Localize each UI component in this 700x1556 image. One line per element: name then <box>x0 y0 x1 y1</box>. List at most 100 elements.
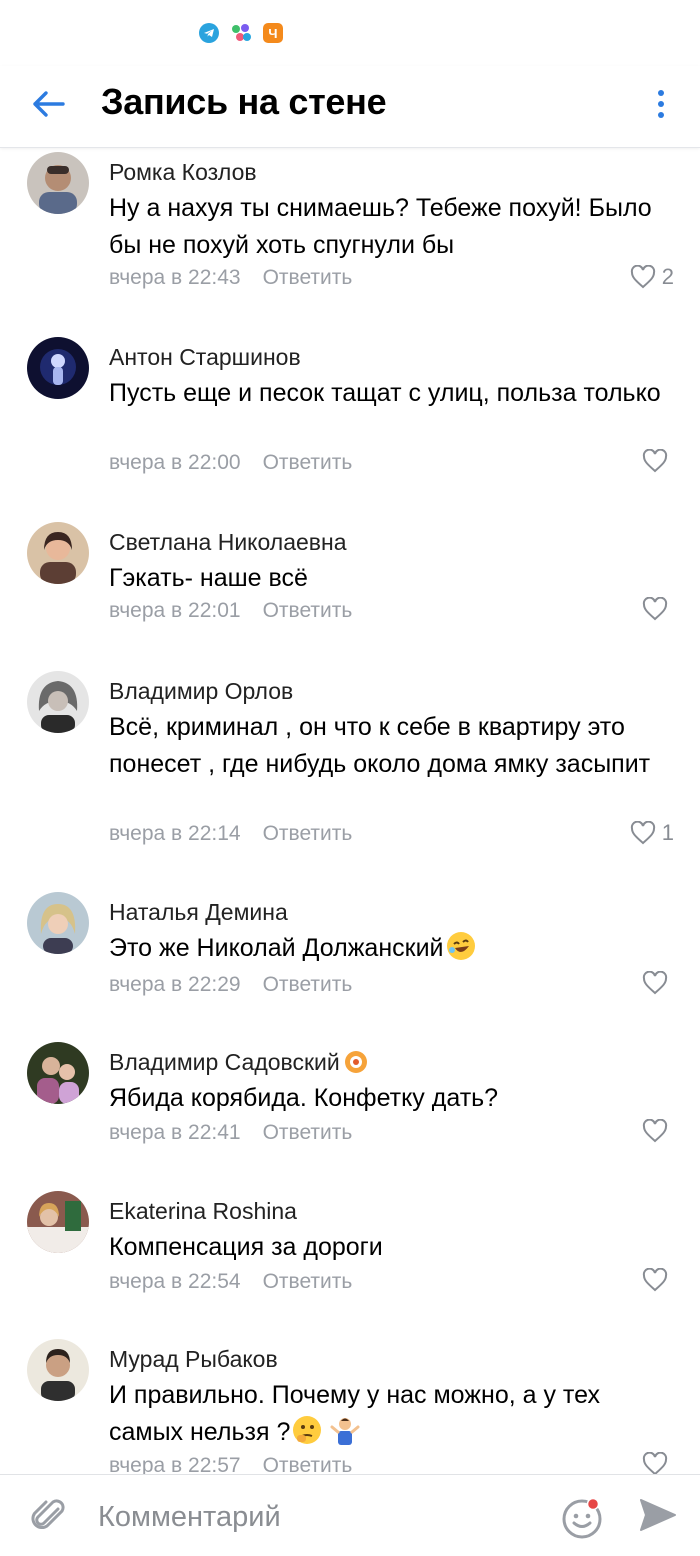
like-button[interactable] <box>642 597 674 621</box>
comment-input[interactable] <box>98 1495 538 1539</box>
comment-meta: вчера в 22:01 Ответить <box>109 597 352 625</box>
like-button[interactable] <box>642 1452 674 1474</box>
reply-button[interactable]: Ответить <box>263 971 353 999</box>
heart-icon <box>642 1119 668 1143</box>
comment-text: И правильно. Почему у нас можно, а у тех… <box>109 1377 669 1451</box>
comment-meta: вчера в 22:54 Ответить <box>109 1268 352 1296</box>
status-bar: Ч <box>0 0 700 66</box>
comment-time: вчера в 22:43 <box>109 266 241 289</box>
heart-icon <box>642 1452 668 1474</box>
comment-text: Ну а нахуя ты снимаешь? Тебеже похуй! Бы… <box>109 194 652 259</box>
reply-button[interactable]: Ответить <box>263 1452 353 1474</box>
comment-item: Наталья Демина Это же Николай Должанский… <box>0 892 700 1022</box>
shrug-emoji-icon <box>330 1418 360 1445</box>
comment-item: Владимир Орлов Всё, криминал , он что к … <box>0 671 700 871</box>
comment-author[interactable]: Ромка Козлов <box>109 158 257 186</box>
comment-time: вчера в 22:57 <box>109 1454 241 1474</box>
like-button[interactable]: 1 <box>630 820 674 846</box>
comment-input-bar <box>0 1474 700 1556</box>
heart-icon <box>642 449 668 473</box>
like-count: 2 <box>661 264 674 289</box>
comment-author[interactable]: Владимир Садовский <box>109 1048 369 1076</box>
heart-icon <box>630 821 655 845</box>
heart-icon <box>642 1268 668 1292</box>
avatar[interactable] <box>27 152 89 214</box>
comment-time: вчера в 22:41 <box>109 1121 241 1144</box>
like-button[interactable] <box>642 1268 674 1292</box>
comment-text: Ябида корябида. Конфетку дать? <box>109 1084 499 1112</box>
more-options-button[interactable] <box>648 84 674 124</box>
paperclip-icon <box>31 1499 65 1530</box>
back-arrow-icon <box>33 91 65 117</box>
reply-button[interactable]: Ответить <box>263 597 353 625</box>
avatar[interactable] <box>27 1191 89 1253</box>
comment-time: вчера в 22:00 <box>109 451 241 474</box>
badge-icon <box>344 1051 367 1073</box>
reply-button[interactable]: Ответить <box>263 820 353 848</box>
comment-time: вчера в 22:54 <box>109 1270 241 1293</box>
telegram-icon <box>199 23 219 43</box>
comment-text-content: Это же Николай Должанский <box>109 934 444 962</box>
like-button[interactable] <box>642 1119 674 1143</box>
avatar[interactable] <box>27 671 89 733</box>
back-button[interactable] <box>26 82 70 126</box>
comment-author[interactable]: Наталья Демина <box>109 898 288 926</box>
comment-meta: вчера в 22:14 Ответить <box>109 820 352 848</box>
comment-meta: вчера в 22:29 Ответить <box>109 971 352 999</box>
comment-text: Пусть еще и песок тащат с улиц, польза т… <box>109 379 661 407</box>
comment-time: вчера в 22:29 <box>109 973 241 996</box>
comment-meta: вчера в 22:43 Ответить <box>109 264 352 292</box>
like-button[interactable]: 2 <box>630 264 674 290</box>
avatar[interactable] <box>27 337 89 399</box>
emoji-icon <box>562 1497 602 1539</box>
comment-time: вчера в 22:14 <box>109 822 241 845</box>
reply-button[interactable]: Ответить <box>263 1119 353 1147</box>
send-button[interactable] <box>638 1495 678 1535</box>
comment-item: Мурад Рыбаков И правильно. Почему у нас … <box>0 1339 700 1474</box>
attach-button[interactable] <box>28 1495 70 1537</box>
like-button[interactable] <box>642 449 674 473</box>
comment-author[interactable]: Мурад Рыбаков <box>109 1345 278 1373</box>
avatar[interactable] <box>27 1042 89 1104</box>
comment-text: Всё, криминал , он что к себе в квартиру… <box>109 713 651 778</box>
comment-time: вчера в 22:01 <box>109 599 241 622</box>
more-vertical-icon <box>658 90 664 96</box>
comment-text: Это же Николай Должанский <box>109 930 669 967</box>
comment-item: Ромка Козлов Ну а нахуя ты снимаешь? Теб… <box>0 152 700 332</box>
reply-button[interactable]: Ответить <box>263 264 353 292</box>
avatar[interactable] <box>27 892 89 954</box>
comment-item: Светлана Николаевна Гэкать- наше всё вче… <box>0 522 700 652</box>
like-button[interactable] <box>642 971 674 995</box>
comment-text: Гэкать- наше всё <box>109 564 308 592</box>
thinking-emoji-icon <box>293 1416 322 1444</box>
comment-meta: вчера в 22:00 Ответить <box>109 449 352 477</box>
heart-icon <box>642 971 668 995</box>
page-title: Запись на стене <box>101 81 387 122</box>
comment-meta: вчера в 22:57 Ответить <box>109 1452 352 1474</box>
avatar[interactable] <box>27 1339 89 1401</box>
heart-icon <box>642 597 668 621</box>
app-dots-icon <box>231 23 251 43</box>
reply-button[interactable]: Ответить <box>263 449 353 477</box>
comments-list[interactable]: Ромка Козлов Ну а нахуя ты снимаешь? Теб… <box>0 150 700 1474</box>
app-header: Запись на стене <box>0 66 700 148</box>
comment-item: Владимир Садовский Ябида корябида. Конфе… <box>0 1042 700 1172</box>
comment-text: Компенсация за дороги <box>109 1233 383 1261</box>
like-count: 1 <box>661 820 674 845</box>
comment-author[interactable]: Светлана Николаевна <box>109 528 347 556</box>
comment-item: Антон Старшинов Пусть еще и песок тащат … <box>0 337 700 497</box>
heart-icon <box>630 265 655 289</box>
avatar[interactable] <box>27 522 89 584</box>
comment-item: Ekaterina Roshina Компенсация за дороги … <box>0 1191 700 1321</box>
emoji-button[interactable] <box>560 1495 604 1539</box>
comment-meta: вчера в 22:41 Ответить <box>109 1119 352 1147</box>
rofl-emoji-icon <box>446 932 475 960</box>
comment-author[interactable]: Владимир Орлов <box>109 677 293 705</box>
orange-app-icon: Ч <box>263 23 283 43</box>
status-notification-icons: Ч <box>199 23 283 43</box>
comment-author[interactable]: Ekaterina Roshina <box>109 1197 297 1225</box>
reply-button[interactable]: Ответить <box>263 1268 353 1296</box>
comment-author-name: Владимир Садовский <box>109 1049 340 1075</box>
comment-author[interactable]: Антон Старшинов <box>109 343 301 371</box>
send-icon <box>640 1499 676 1531</box>
